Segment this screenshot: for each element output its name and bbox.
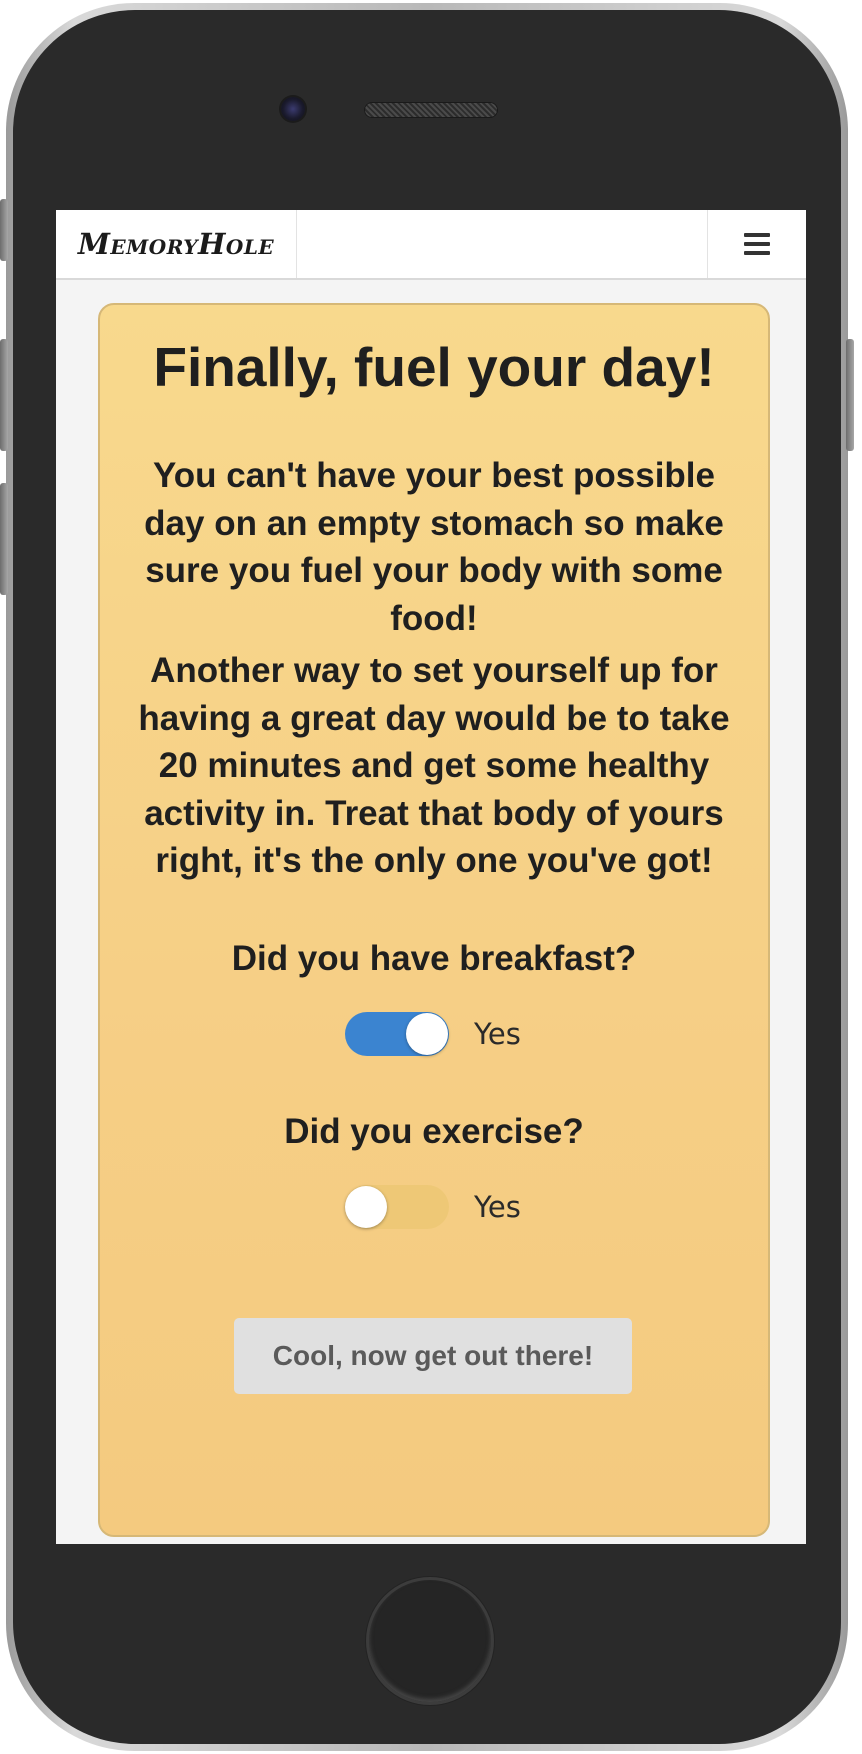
brand-logo[interactable]: MemoryHole bbox=[56, 210, 297, 278]
front-camera bbox=[281, 97, 305, 121]
breakfast-toggle[interactable] bbox=[345, 1012, 449, 1056]
exercise-question: Did you exercise? bbox=[284, 1112, 584, 1151]
card-title: Finally, fuel your day! bbox=[153, 336, 715, 398]
activity-paragraph: Another way to set yourself up for havin… bbox=[138, 651, 730, 880]
breakfast-toggle-row: Yes bbox=[100, 1012, 768, 1058]
volume-down-button bbox=[0, 483, 8, 595]
get-out-there-button[interactable]: Cool, now get out there! bbox=[234, 1318, 632, 1394]
menu-button[interactable] bbox=[707, 210, 806, 278]
hamburger-menu-icon bbox=[744, 233, 770, 255]
fuel-card: Finally, fuel your day! You can't have y… bbox=[98, 303, 770, 1537]
toggle-knob bbox=[345, 1186, 387, 1228]
breakfast-toggle-label[interactable]: Yes bbox=[474, 1012, 521, 1056]
app-screen: MemoryHole Finally, fuel your day! You c… bbox=[56, 210, 806, 1544]
navbar: MemoryHole bbox=[56, 210, 806, 280]
volume-up-button bbox=[0, 339, 8, 451]
home-button[interactable] bbox=[366, 1577, 494, 1705]
earpiece-speaker bbox=[364, 102, 498, 118]
exercise-toggle-row: Yes bbox=[100, 1185, 768, 1231]
exercise-toggle-label[interactable]: Yes bbox=[474, 1185, 521, 1229]
mute-switch bbox=[0, 199, 8, 261]
exercise-toggle[interactable] bbox=[345, 1185, 449, 1229]
power-button bbox=[846, 339, 854, 451]
fuel-paragraph: You can't have your best possible day on… bbox=[144, 456, 724, 638]
breakfast-question: Did you have breakfast? bbox=[231, 939, 637, 978]
toggle-knob bbox=[406, 1013, 448, 1055]
